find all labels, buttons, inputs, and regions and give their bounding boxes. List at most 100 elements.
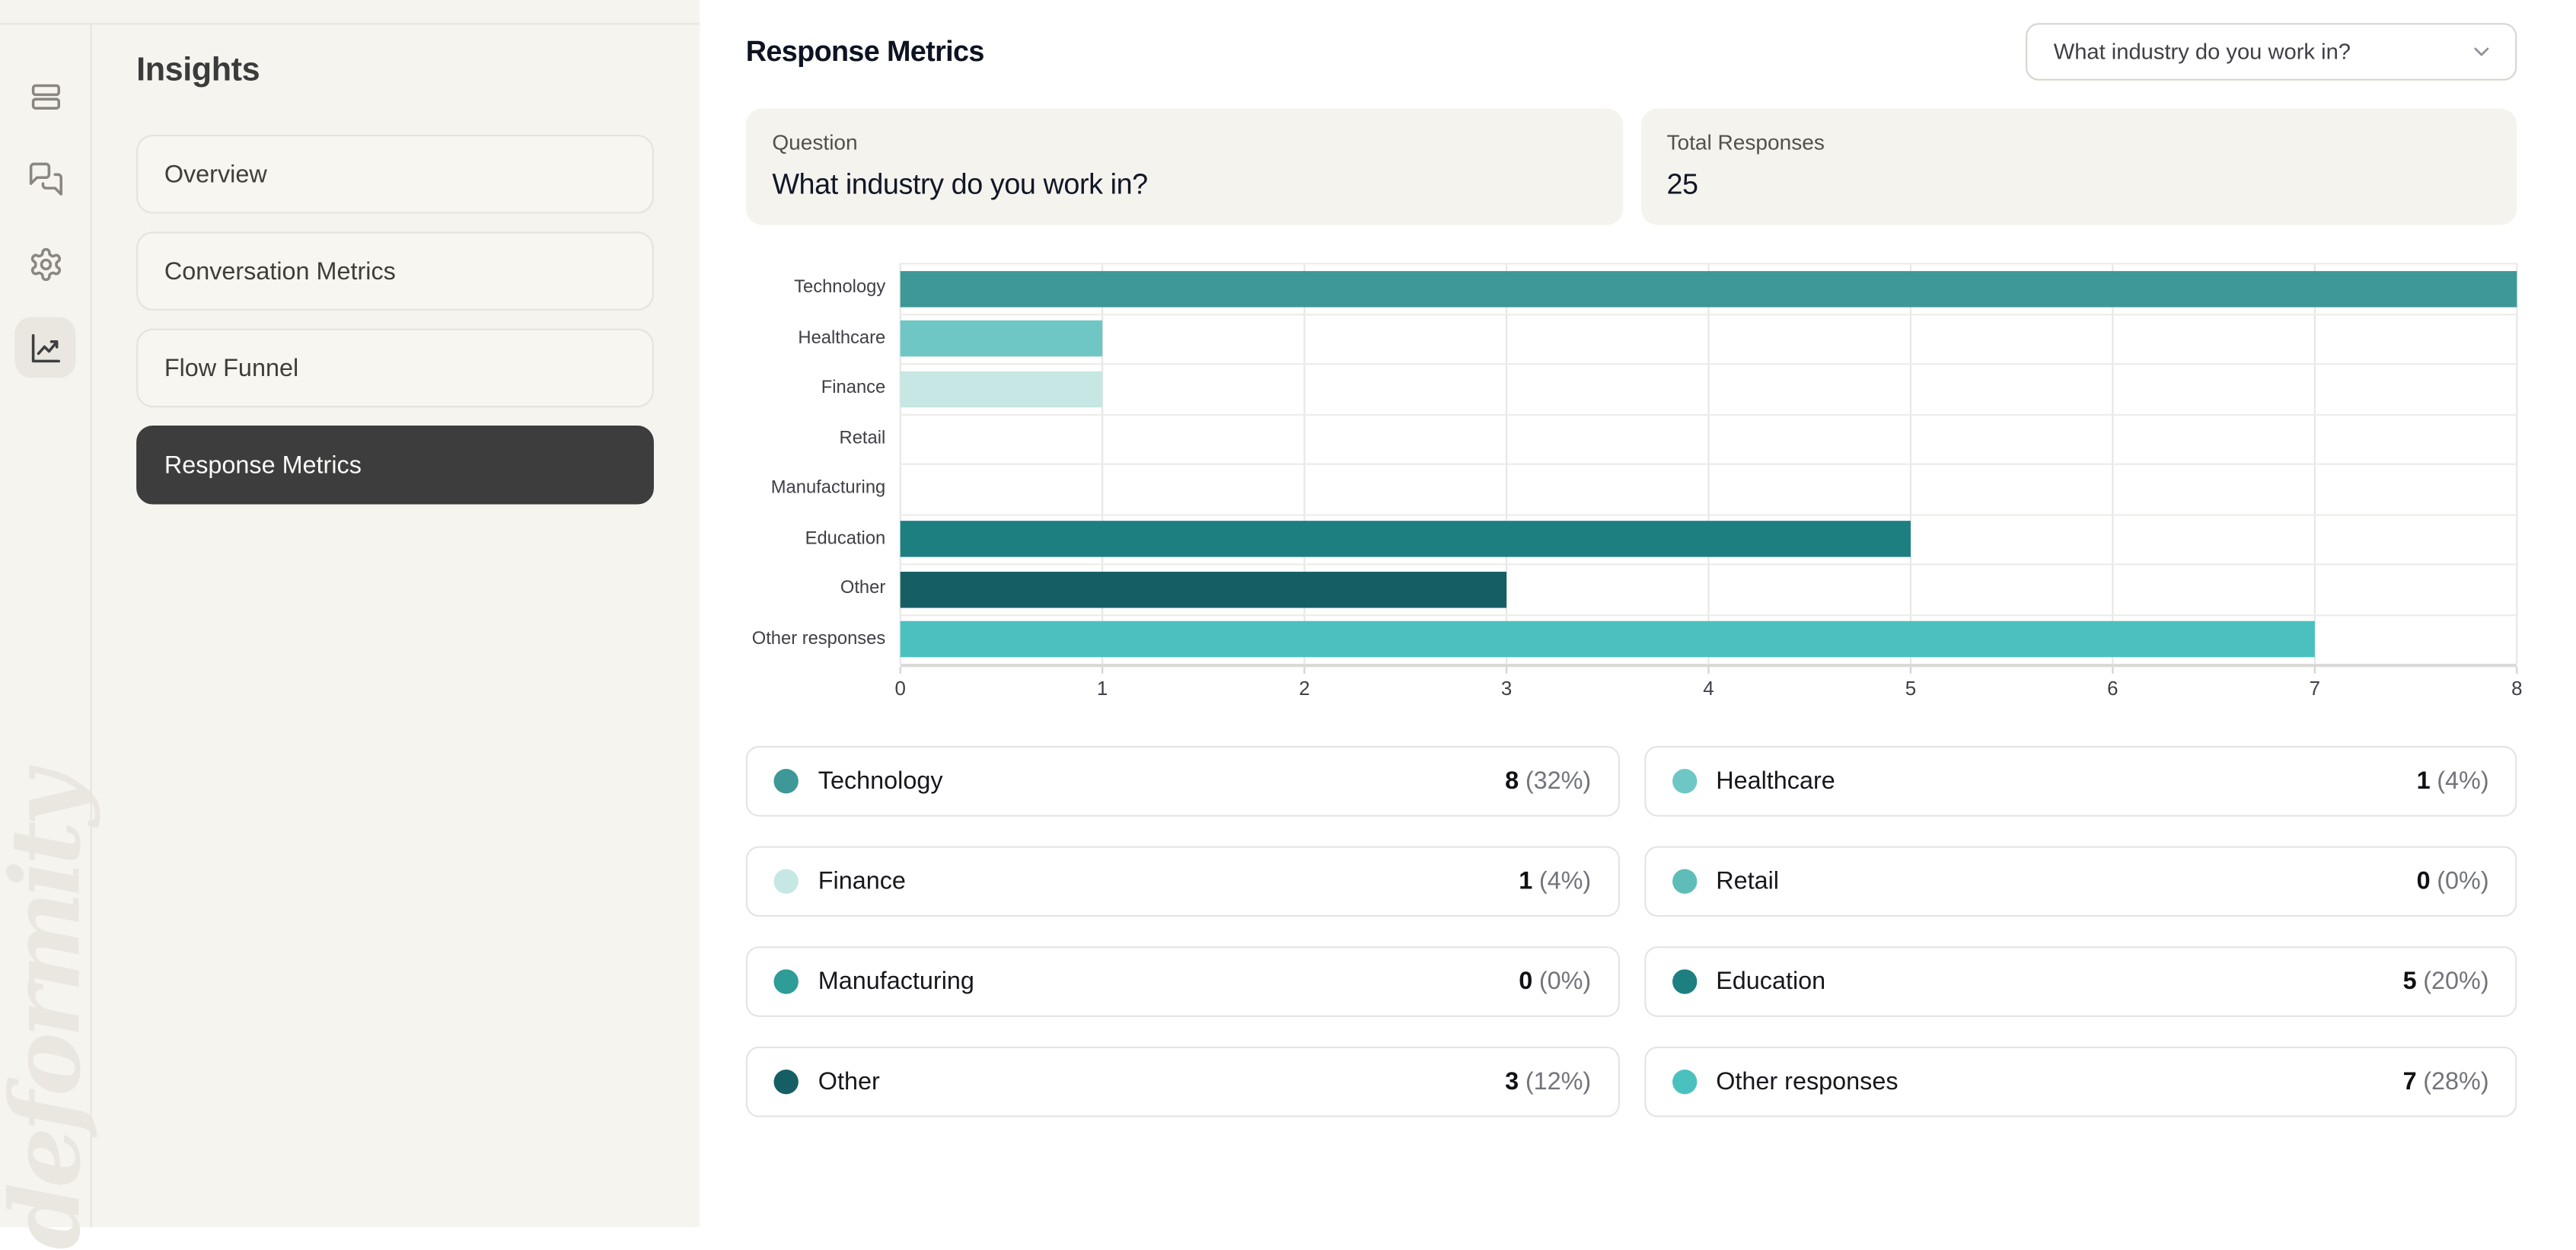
legend-value: 3: [1505, 1068, 1519, 1096]
chart-plot-cell: [901, 464, 2517, 514]
main-content: Response Metrics What industry do you wo…: [700, 0, 2576, 1227]
chart-category-label: Retail: [746, 413, 901, 464]
legend-card-finance[interactable]: Finance1(4%): [746, 846, 1619, 917]
sidebar-item-overview[interactable]: Overview: [136, 135, 654, 214]
question-card-label: Question: [772, 129, 1596, 154]
legend-percent: (0%): [2437, 868, 2488, 896]
chart-plot-cell: [901, 313, 2517, 363]
x-tick-label: 3: [1501, 677, 1512, 700]
legend-card-other[interactable]: Other 3(12%): [746, 1047, 1619, 1118]
x-tick-label: 4: [1703, 677, 1714, 700]
chart-row-retail: Retail: [746, 413, 2517, 464]
sidebar-item-response-metrics[interactable]: Response Metrics: [136, 426, 654, 505]
legend-card-manufacturing[interactable]: Manufacturing 0(0%): [746, 946, 1619, 1017]
left-panel: deformity: [0, 0, 700, 1227]
legend-percent: (12%): [1526, 1068, 1591, 1096]
legend-value: 7: [2403, 1068, 2417, 1096]
x-tick-label: 0: [894, 677, 905, 700]
legend-percent: (0%): [1539, 968, 1591, 996]
chart-category-label: Healthcare: [746, 313, 901, 363]
legend-card-education[interactable]: Education5(20%): [1643, 946, 2517, 1017]
legend-card-other-responses[interactable]: Other responses 7(28%): [1643, 1047, 2517, 1118]
legend-value: 1: [1519, 868, 1532, 896]
legend-dot: [773, 869, 798, 894]
legend-label: Retail: [1716, 868, 1779, 896]
legend-card-technology[interactable]: Technology8(32%): [746, 746, 1619, 817]
summary-cards: Question What industry do you work in? T…: [746, 108, 2517, 225]
legend-label: Finance: [818, 868, 906, 896]
icon-rail: [0, 24, 92, 1227]
bar-other[interactable]: [901, 572, 1506, 607]
page-title: Response Metrics: [746, 34, 984, 69]
legend-value: 1: [2417, 767, 2431, 796]
chart-body: TechnologyHealthcareFinanceRetailManufac…: [746, 263, 2517, 664]
legend-value: 8: [1505, 767, 1519, 796]
legend-label: Healthcare: [1716, 767, 1835, 796]
question-select[interactable]: What industry do you work in?: [2026, 23, 2517, 81]
legend-value: 0: [2417, 868, 2431, 896]
legend-card-retail[interactable]: Retail 0(0%): [1643, 846, 2517, 917]
question-select-value: What industry do you work in?: [2054, 40, 2351, 64]
chart-plot-cell: [901, 614, 2517, 664]
chart-category-label: Other: [746, 563, 901, 614]
legend-label: Other: [818, 1068, 880, 1096]
chart-row-other: Other: [746, 563, 2517, 614]
legend-value: 5: [2403, 968, 2417, 996]
question-card: Question What industry do you work in?: [746, 108, 1622, 225]
chart-plot-cell: [901, 513, 2517, 563]
chart-category-label: Finance: [746, 363, 901, 413]
legend-percent: (28%): [2423, 1068, 2488, 1096]
legend-grid: Technology8(32%)Healthcare1(4%)Finance1(…: [746, 746, 2517, 1118]
main-header: Response Metrics What industry do you wo…: [746, 23, 2517, 81]
chart-row-other-responses: Other responses: [746, 614, 2517, 664]
legend-dot: [1672, 869, 1696, 894]
chart-row-technology: Technology: [746, 263, 2517, 313]
legend-percent: (4%): [2437, 767, 2488, 796]
legend-dot: [773, 969, 798, 993]
bar-chart: TechnologyHealthcareFinanceRetailManufac…: [746, 263, 2517, 706]
sidebar-nav: Overview Conversation Metrics Flow Funnel R…: [136, 135, 654, 505]
legend-label: Technology: [818, 767, 943, 796]
top-strip: [0, 0, 700, 24]
legend-label: Other responses: [1716, 1068, 1898, 1096]
legend-value: 0: [1519, 968, 1532, 996]
gear-icon[interactable]: [14, 233, 75, 294]
rows-icon[interactable]: [14, 65, 75, 126]
chart-row-manufacturing: Manufacturing: [746, 464, 2517, 514]
chart-row-finance: Finance: [746, 363, 2517, 413]
x-axis-labels: 012345678: [901, 667, 2517, 706]
chart-plot-cell: [901, 563, 2517, 614]
total-responses-value: 25: [1666, 167, 2490, 202]
chart-row-healthcare: Healthcare: [746, 313, 2517, 363]
chart-rows: TechnologyHealthcareFinanceRetailManufac…: [746, 263, 2517, 664]
question-card-value: What industry do you work in?: [772, 167, 1596, 202]
legend-card-healthcare[interactable]: Healthcare 1(4%): [1643, 746, 2517, 817]
x-tick-label: 6: [2107, 677, 2118, 700]
chart-category-label: Education: [746, 513, 901, 563]
legend-dot: [773, 1070, 798, 1094]
bar-education[interactable]: [901, 521, 1911, 557]
chat-bubbles-icon[interactable]: [14, 148, 75, 209]
x-tick-label: 5: [1905, 677, 1916, 700]
sidebar-item-conversation-metrics[interactable]: Conversation Metrics: [136, 231, 654, 311]
sidebar-item-flow-funnel[interactable]: Flow Funnel: [136, 329, 654, 408]
trend-chart-icon[interactable]: [14, 317, 75, 378]
bar-other-responses[interactable]: [901, 621, 2315, 657]
bar-finance[interactable]: [901, 371, 1102, 407]
legend-label: Manufacturing: [818, 968, 974, 996]
total-responses-card: Total Responses 25: [1640, 108, 2517, 225]
app-window: deformity: [0, 0, 2576, 1227]
chart-category-label: Technology: [746, 263, 901, 313]
sidebar-title: Insights: [136, 53, 700, 91]
x-tick-label: 2: [1299, 677, 1309, 700]
bar-technology[interactable]: [901, 271, 2517, 307]
chart-row-education: Education: [746, 513, 2517, 563]
total-responses-label: Total Responses: [1666, 129, 2490, 154]
bar-healthcare[interactable]: [901, 320, 1102, 356]
x-tick-label: 1: [1097, 677, 1108, 700]
sidebar: Insights Overview Conversation Metrics Flo…: [91, 24, 700, 504]
chart-category-label: Manufacturing: [746, 464, 901, 514]
x-tick-label: 7: [2310, 677, 2320, 700]
legend-percent: (20%): [2423, 968, 2488, 996]
legend-dot: [1672, 769, 1696, 793]
